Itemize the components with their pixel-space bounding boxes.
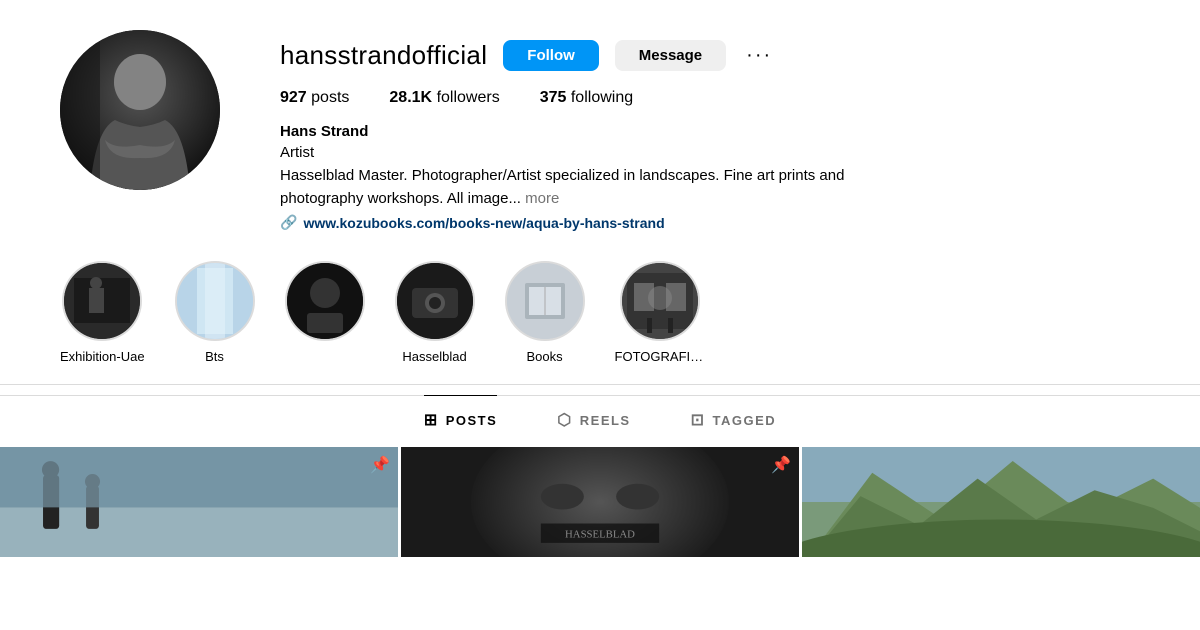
highlight-circle-1 xyxy=(175,261,255,341)
followers-count: 28.1K xyxy=(389,89,432,106)
link-row: 🔗 www.kozubooks.com/books-new/aqua-by-ha… xyxy=(280,214,1140,231)
profile-header: hansstrandofficial Follow Message ··· 92… xyxy=(0,0,1200,251)
pin-icon-2: 📌 xyxy=(771,455,791,475)
highlight-item-5[interactable]: FOTOGRAFIS... xyxy=(615,261,705,364)
tagged-tab-icon: ⊡ xyxy=(691,410,706,430)
following-stat[interactable]: 375 following xyxy=(540,89,633,107)
username-row: hansstrandofficial Follow Message ··· xyxy=(280,40,1140,71)
highlight-item-0[interactable]: Exhibition-Uae xyxy=(60,261,145,364)
tagged-tab-label: TAGGED xyxy=(713,413,777,428)
followers-label: followers xyxy=(437,89,500,106)
more-options-button[interactable]: ··· xyxy=(742,44,776,67)
highlight-circle-3 xyxy=(395,261,475,341)
highlight-item-4[interactable]: Books xyxy=(505,261,585,364)
svg-text:HASSELBLAD: HASSELBLAD xyxy=(565,528,635,540)
bio-text: Hasselblad Master. Photographer/Artist s… xyxy=(280,167,844,207)
full-name: Hans Strand xyxy=(280,123,1140,140)
highlight-item-3[interactable]: Hasselblad xyxy=(395,261,475,364)
section-divider xyxy=(0,384,1200,385)
post-thumb-1[interactable]: 📌 xyxy=(0,447,398,557)
avatar-container xyxy=(60,30,220,190)
link-icon: 🔗 xyxy=(280,214,297,231)
highlight-label-0: Exhibition-Uae xyxy=(60,349,145,364)
posts-grid: 📌 📌 HASSELBLA xyxy=(0,444,1200,557)
post-thumb-3[interactable] xyxy=(802,447,1200,557)
highlight-circle-0 xyxy=(62,261,142,341)
posts-tab-label: POSTS xyxy=(446,413,498,428)
posts-label: posts xyxy=(311,89,349,106)
highlight-item-1[interactable]: Bts xyxy=(175,261,255,364)
posts-tab-icon: ⊞ xyxy=(424,410,439,430)
tab-reels[interactable]: ⬡ REELS xyxy=(557,395,630,444)
post-thumb-2[interactable]: 📌 HASSELBLAD xyxy=(401,447,799,557)
highlight-circle-4 xyxy=(505,261,585,341)
reels-tab-label: REELS xyxy=(580,413,631,428)
follow-button[interactable]: Follow xyxy=(503,40,599,71)
followers-stat[interactable]: 28.1K followers xyxy=(389,89,499,107)
bio: Hasselblad Master. Photographer/Artist s… xyxy=(280,165,880,210)
highlight-item-2[interactable] xyxy=(285,261,365,349)
stats-row: 927 posts 28.1K followers 375 following xyxy=(280,89,1140,107)
bio-more-link[interactable]: more xyxy=(525,190,559,207)
highlight-label-1: Bts xyxy=(205,349,224,364)
highlight-circle-5 xyxy=(620,261,700,341)
highlight-circle-2 xyxy=(285,261,365,341)
tabs-bar: ⊞ POSTS ⬡ REELS ⊡ TAGGED xyxy=(0,395,1200,444)
following-count: 375 xyxy=(540,89,567,106)
occupation: Artist xyxy=(280,144,1140,161)
highlights-section: Exhibition-Uae Bts Hasselblad Books FOTOGRAF… xyxy=(0,251,1200,384)
profile-info: hansstrandofficial Follow Message ··· 92… xyxy=(280,30,1140,231)
posts-count: 927 xyxy=(280,89,307,106)
highlight-label-4: Books xyxy=(526,349,562,364)
highlight-label-3: Hasselblad xyxy=(402,349,466,364)
profile-link[interactable]: www.kozubooks.com/books-new/aqua-by-hans… xyxy=(303,215,664,231)
message-button[interactable]: Message xyxy=(615,40,726,71)
tab-posts[interactable]: ⊞ POSTS xyxy=(424,395,497,444)
posts-stat[interactable]: 927 posts xyxy=(280,89,349,107)
following-label: following xyxy=(571,89,633,106)
username: hansstrandofficial xyxy=(280,40,487,71)
avatar xyxy=(60,30,220,190)
reels-tab-icon: ⬡ xyxy=(557,410,572,430)
tab-tagged[interactable]: ⊡ TAGGED xyxy=(691,395,777,444)
pin-icon-1: 📌 xyxy=(370,455,390,475)
highlight-label-5: FOTOGRAFIS... xyxy=(615,349,705,364)
